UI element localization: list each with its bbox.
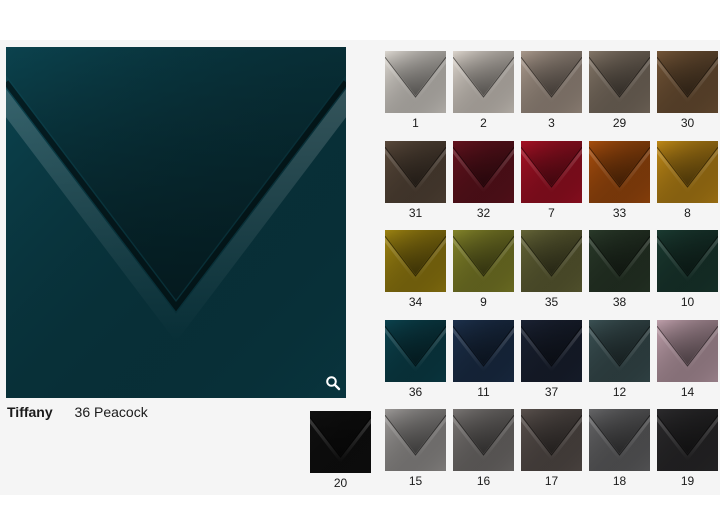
- swatch-number: 36: [408, 385, 423, 399]
- color-swatch[interactable]: 20: [310, 411, 371, 490]
- swatch-number: 29: [612, 116, 627, 130]
- swatch-number: 20: [333, 476, 348, 490]
- swatch-number: 3: [548, 116, 555, 130]
- swatch-number: 33: [612, 206, 627, 220]
- swatch-tile: [657, 409, 718, 471]
- swatch-tile: [385, 141, 446, 203]
- color-swatch[interactable]: 12: [589, 320, 650, 399]
- color-swatch[interactable]: 29: [589, 51, 650, 130]
- selected-fabric-preview[interactable]: [6, 47, 346, 398]
- swatch-number: 17: [544, 474, 559, 488]
- swatch-tile: [589, 230, 650, 292]
- swatch-number: 12: [612, 385, 627, 399]
- swatch-number: 30: [680, 116, 695, 130]
- swatch-tile: [453, 141, 514, 203]
- swatch-number: 11: [477, 385, 490, 399]
- selected-color-label: 36 Peacock: [74, 404, 148, 420]
- color-swatch[interactable]: 36: [385, 320, 446, 399]
- swatch-tile: [657, 320, 718, 382]
- color-swatch[interactable]: 19: [657, 409, 718, 488]
- color-swatch[interactable]: 31: [385, 141, 446, 220]
- color-swatch[interactable]: 8: [657, 141, 718, 220]
- swatch-number: 32: [476, 206, 491, 220]
- swatch-number: 19: [680, 474, 695, 488]
- swatch-tile: [521, 141, 582, 203]
- swatch-tile: [521, 51, 582, 113]
- swatch-number: 37: [544, 385, 559, 399]
- color-swatch[interactable]: 1: [385, 51, 446, 130]
- swatch-number: 35: [544, 295, 559, 309]
- swatch-number: 2: [480, 116, 487, 130]
- swatch-number: 34: [408, 295, 423, 309]
- color-swatch[interactable]: 18: [589, 409, 650, 488]
- color-swatch[interactable]: 33: [589, 141, 650, 220]
- swatch-tile: [589, 320, 650, 382]
- swatch-tile: [385, 51, 446, 113]
- color-swatch[interactable]: 14: [657, 320, 718, 399]
- product-name: Tiffany: [7, 404, 53, 420]
- swatch-tile: [657, 230, 718, 292]
- swatch-tile: [453, 409, 514, 471]
- swatch-number: 7: [548, 206, 555, 220]
- swatch-number: 16: [476, 474, 491, 488]
- swatch-number: 9: [480, 295, 487, 309]
- swatch-tile: [453, 51, 514, 113]
- color-swatch[interactable]: 35: [521, 230, 582, 309]
- color-swatch[interactable]: 15: [385, 409, 446, 488]
- color-swatch[interactable]: 34: [385, 230, 446, 309]
- swatch-tile: [453, 230, 514, 292]
- color-swatch[interactable]: 37: [521, 320, 582, 399]
- swatch-tile: [385, 320, 446, 382]
- color-swatch[interactable]: 16: [453, 409, 514, 488]
- swatch-tile: [521, 320, 582, 382]
- swatch-tile: [657, 141, 718, 203]
- swatch-tile: [589, 51, 650, 113]
- color-swatch[interactable]: 2: [453, 51, 514, 130]
- color-swatch[interactable]: 9: [453, 230, 514, 309]
- swatch-tile: [385, 230, 446, 292]
- swatch-tile: [521, 409, 582, 471]
- swatch-tile: [657, 51, 718, 113]
- color-swatch[interactable]: 17: [521, 409, 582, 488]
- swatch-number: 14: [680, 385, 695, 399]
- color-swatch[interactable]: 38: [589, 230, 650, 309]
- swatch-tile: [310, 411, 371, 473]
- swatch-tile: [453, 320, 514, 382]
- color-swatch[interactable]: 7: [521, 141, 582, 220]
- color-swatch[interactable]: 30: [657, 51, 718, 130]
- swatch-tile: [521, 230, 582, 292]
- color-swatch[interactable]: 3: [521, 51, 582, 130]
- swatch-number: 10: [680, 295, 695, 309]
- color-swatch[interactable]: 32: [453, 141, 514, 220]
- swatch-number: 1: [412, 116, 419, 130]
- color-swatch[interactable]: 10: [657, 230, 718, 309]
- swatch-number: 15: [408, 474, 423, 488]
- swatch-number: 31: [408, 206, 423, 220]
- color-swatch[interactable]: 11: [453, 320, 514, 399]
- swatch-tile: [385, 409, 446, 471]
- swatch-tile: [589, 409, 650, 471]
- selected-fabric-caption: Tiffany 36 Peacock: [7, 404, 148, 420]
- swatch-number: 18: [612, 474, 627, 488]
- swatch-number: 38: [612, 295, 627, 309]
- swatch-tile: [589, 141, 650, 203]
- fabric-preview-image: [6, 47, 346, 398]
- swatch-number: 8: [684, 206, 691, 220]
- magnifier-icon[interactable]: [325, 375, 341, 391]
